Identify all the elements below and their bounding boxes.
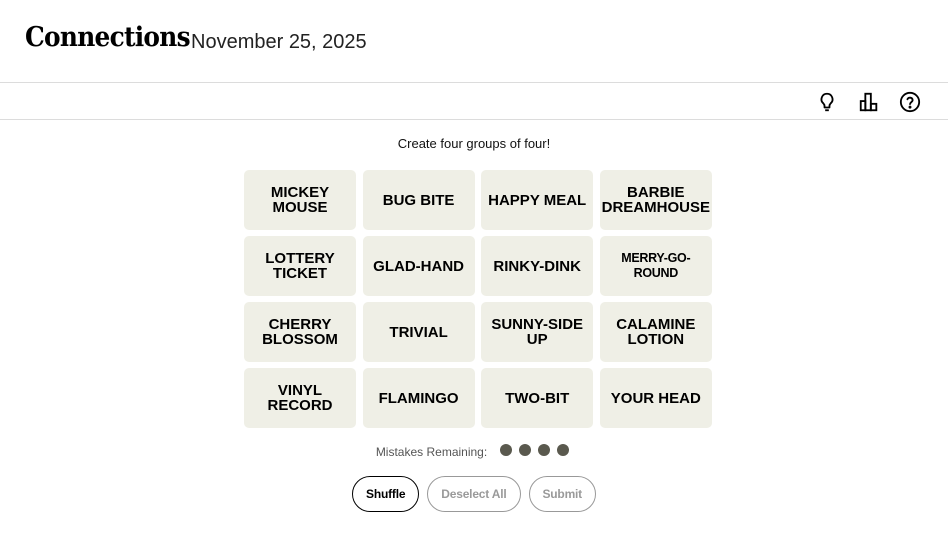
instruction-text: Create four groups of four! bbox=[397, 136, 551, 151]
word-card[interactable]: TRIVIAL bbox=[362, 302, 475, 362]
lightbulb-icon[interactable] bbox=[816, 91, 838, 113]
mistake-dot bbox=[537, 444, 550, 456]
word-card[interactable]: MERRY-GO-ROUND bbox=[599, 236, 712, 296]
shuffle-button[interactable]: Shuffle bbox=[352, 476, 420, 512]
word-card[interactable]: TWO-BIT bbox=[481, 368, 594, 428]
word-card[interactable]: YOUR HEAD bbox=[599, 368, 712, 428]
word-card[interactable]: BUG BITE bbox=[362, 170, 475, 230]
word-card[interactable]: HAPPY MEAL bbox=[481, 170, 594, 230]
word-card[interactable]: MICKEY MOUSE bbox=[244, 170, 356, 230]
word-card[interactable]: CHERRY BLOSSOM bbox=[244, 302, 356, 362]
word-card[interactable]: VINYL RECORD bbox=[244, 368, 356, 428]
mistake-dot bbox=[499, 444, 512, 456]
mistake-dots bbox=[496, 444, 572, 459]
mistake-dot bbox=[556, 444, 569, 456]
action-buttons: Shuffle Deselect All Submit bbox=[0, 476, 948, 512]
stats-icon[interactable] bbox=[858, 91, 880, 113]
word-card[interactable]: SUNNY-SIDE UP bbox=[481, 302, 594, 362]
submit-button[interactable]: Submit bbox=[528, 476, 596, 512]
word-card[interactable]: GLAD-HAND bbox=[362, 236, 475, 296]
page-title: Connections bbox=[25, 22, 191, 53]
word-card[interactable]: FLAMINGO bbox=[362, 368, 475, 428]
word-card[interactable]: RINKY-DINK bbox=[481, 236, 594, 296]
mistake-dot bbox=[518, 444, 531, 456]
help-icon[interactable] bbox=[899, 91, 921, 113]
word-card[interactable]: LOTTERY TICKET bbox=[244, 236, 356, 296]
word-card[interactable]: CALAMINE LOTION bbox=[599, 302, 712, 362]
app-header: Connections November 25, 2025 bbox=[0, 0, 948, 83]
card-grid: MICKEY MOUSE BUG BITE HAPPY MEAL BARBIE … bbox=[244, 170, 712, 428]
toolbar bbox=[0, 83, 948, 120]
puzzle-date: November 25, 2025 bbox=[191, 31, 367, 53]
mistakes-label: Mistakes Remaining: bbox=[375, 444, 488, 459]
word-card[interactable]: BARBIE DREAMHOUSE bbox=[599, 170, 712, 230]
deselect-all-button[interactable]: Deselect All bbox=[427, 476, 521, 512]
mistakes-remaining: Mistakes Remaining: bbox=[0, 444, 948, 459]
